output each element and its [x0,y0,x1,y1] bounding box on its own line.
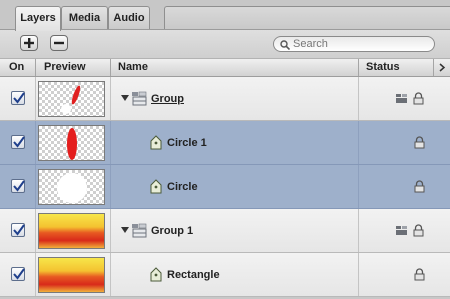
layer-row-rectangle[interactable]: Rectangle [0,253,450,297]
toolbar: Search [0,30,450,58]
group-status-icon [396,226,407,235]
layer-row-group[interactable]: Group [0,77,450,121]
shape-layer-icon [150,135,162,150]
column-preview[interactable]: Preview [44,59,86,76]
layer-name[interactable]: Circle 1 [167,135,207,151]
checkmark-icon [13,180,25,192]
layer-row-group-1[interactable]: Group 1 [0,209,450,253]
tab-bar-background [164,6,450,30]
tab-bar: Layers Media Audio [0,0,450,31]
layer-preview-thumbnail [38,81,105,117]
disclosure-triangle-icon[interactable] [121,227,129,233]
lock-icon [414,136,425,149]
lock-icon [413,224,424,237]
group-status-icon [396,94,407,103]
layer-preview-thumbnail [38,125,105,161]
disclosure-triangle-icon[interactable] [121,95,129,101]
plus-icon [24,38,34,48]
search-icon [280,40,290,50]
visibility-checkbox[interactable] [11,91,25,105]
add-layer-button[interactable] [20,35,38,51]
white-circle-preview [57,173,87,203]
visibility-checkbox[interactable] [11,135,25,149]
status-icons [396,224,424,237]
minus-icon [54,41,64,45]
red-ellipse-preview [67,128,77,160]
layer-name[interactable]: Circle [167,179,198,195]
layer-row-circle[interactable]: Circle [0,165,450,209]
layers-list: Group Circle 1 Circle Group 1 Rectangle [0,77,450,299]
remove-layer-button[interactable] [50,35,68,51]
tab-media[interactable]: Media [61,6,108,30]
status-icons [396,92,424,105]
layer-name[interactable]: Group [151,91,184,107]
checkmark-icon [13,268,25,280]
checkmark-icon [13,92,25,104]
layer-row-circle-1[interactable]: Circle 1 [0,121,450,165]
layer-preview-thumbnail [38,169,105,205]
group-layer-icon [132,223,147,238]
layer-preview-thumbnail [38,257,105,293]
lock-icon [414,180,425,193]
checkmark-icon [13,136,25,148]
visibility-checkbox[interactable] [11,267,25,281]
tab-layers[interactable]: Layers [15,6,61,31]
layer-name[interactable]: Group 1 [151,223,193,239]
shape-layer-icon [150,267,162,282]
visibility-checkbox[interactable] [11,223,25,237]
lock-icon [413,92,424,105]
visibility-checkbox[interactable] [11,179,25,193]
column-header: On Preview Name Status [0,58,450,77]
group-shapes-preview [61,85,81,114]
layer-name[interactable]: Rectangle [167,267,220,283]
chevron-right-icon[interactable] [438,63,446,72]
layer-preview-thumbnail [38,213,105,249]
group-layer-icon [132,91,147,106]
column-status[interactable]: Status [366,59,400,76]
column-name[interactable]: Name [118,59,148,76]
checkmark-icon [13,224,25,236]
search-placeholder: Search [293,38,328,50]
column-on[interactable]: On [9,59,24,76]
lock-icon [414,268,425,281]
search-field[interactable]: Search [273,36,435,52]
shape-layer-icon [150,179,162,194]
tab-audio[interactable]: Audio [108,6,150,30]
